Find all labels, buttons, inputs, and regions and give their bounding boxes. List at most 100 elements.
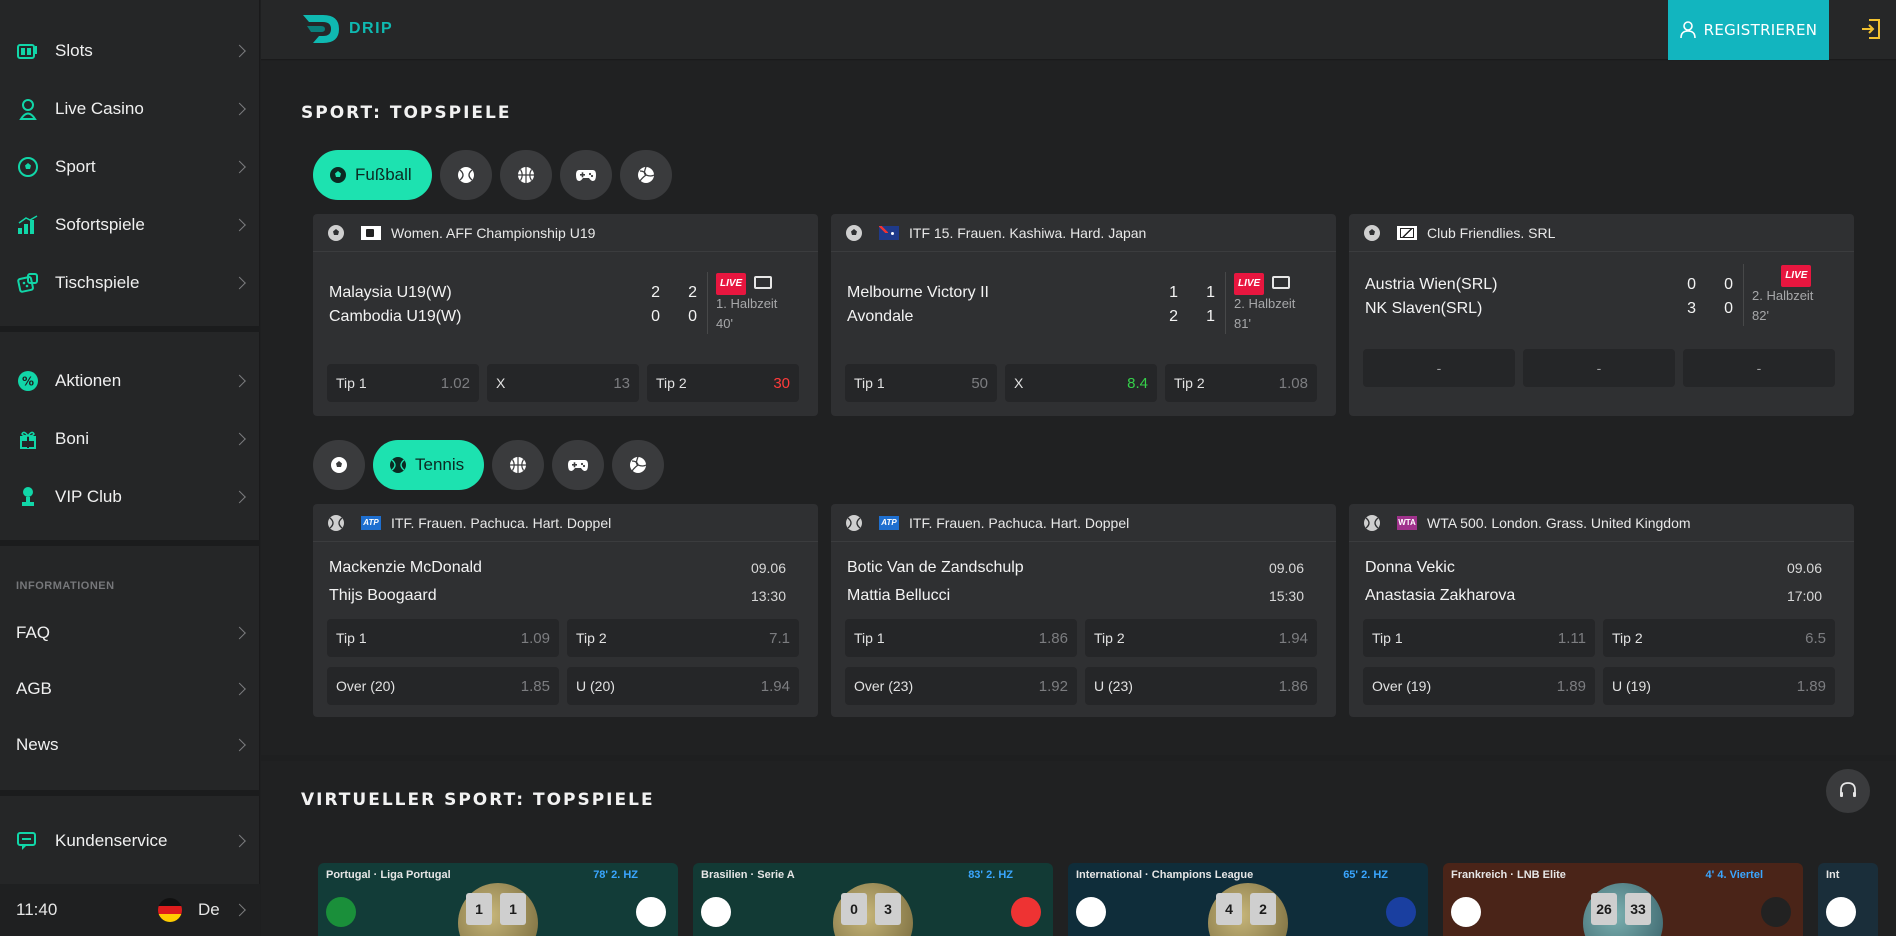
odds-row: Over (23) 1.92 U (23) 1.86 <box>845 667 1317 705</box>
team-away: Cambodia U19(W) <box>329 308 462 325</box>
odd-label: Tip 1 <box>1372 630 1403 646</box>
odd-tip1[interactable]: Tip 1 1.86 <box>845 619 1077 657</box>
player-away: Mattia Bellucci <box>847 587 951 604</box>
virtual-match-card[interactable]: Int <box>1818 863 1878 936</box>
svg-text:%: % <box>22 375 34 389</box>
card-header: WTA WTA 500. London. Grass. United Kingd… <box>1349 504 1854 542</box>
sidebar-item-news[interactable]: News <box>0 717 260 773</box>
sidebar-item-label: Kundenservice <box>55 831 168 850</box>
sidebar-item-live-casino[interactable]: Live Casino <box>0 80 260 138</box>
support-button[interactable] <box>1826 769 1870 813</box>
odd-tip2[interactable]: Tip 2 1.94 <box>1085 619 1317 657</box>
league-name: ITF. Frauen. Pachuca. Hart. Doppel <box>909 514 1130 531</box>
chevron-right-icon <box>233 44 246 58</box>
odd-tip2[interactable]: Tip 2 6.5 <box>1603 619 1835 657</box>
australia-flag-icon <box>879 225 899 240</box>
team-home: Austria Wien(SRL) <box>1365 276 1498 293</box>
tab-esports[interactable] <box>559 150 612 200</box>
tab-label: Tennis <box>415 455 465 474</box>
odd-value: 6.5 <box>1805 629 1826 647</box>
tab-basketball[interactable] <box>499 150 552 200</box>
match-time: 17:00 <box>1786 588 1822 604</box>
sidebar-item-kundenservice[interactable]: Kundenservice <box>0 812 260 870</box>
odd-empty[interactable]: - <box>1363 349 1515 387</box>
sidebar-item-label: Sport <box>55 157 96 176</box>
odd-under[interactable]: U (20) 1.94 <box>567 667 799 705</box>
tennis-icon <box>457 167 474 183</box>
odd-label: Over (23) <box>854 678 914 694</box>
register-button[interactable]: REGISTRIEREN <box>1668 0 1829 60</box>
odd-tip1[interactable]: Tip 1 1.02 <box>327 364 479 402</box>
odd-tip1[interactable]: Tip 1 1.11 <box>1363 619 1595 657</box>
odd-tip2[interactable]: Tip 2 30 <box>647 364 799 402</box>
flag-icon <box>361 225 381 240</box>
odd-tip2[interactable]: Tip 2 7.1 <box>567 619 799 657</box>
sidebar-item-agb[interactable]: AGB <box>0 661 260 717</box>
odd-value: 1.02 <box>440 374 470 392</box>
odd-draw[interactable]: X 8.4 <box>1005 364 1157 402</box>
virtual-match-card[interactable]: Brasilien · Serie A 83' 2. HZ 0 3 <box>693 863 1053 936</box>
login-button[interactable] <box>1856 14 1886 44</box>
tab-fussball[interactable] <box>313 440 365 490</box>
score: 0 <box>1724 300 1733 317</box>
sidebar-item-label: Tischspiele <box>55 273 140 292</box>
virtual-league: Brasilien · Serie A <box>701 869 795 881</box>
sidebar-item-boni[interactable]: Boni <box>0 410 260 468</box>
login-icon <box>1862 19 1880 39</box>
odd-empty[interactable]: - <box>1683 349 1835 387</box>
sidebar-item-vip-club[interactable]: VIP Club <box>0 468 260 526</box>
odd-value: 1.94 <box>760 677 790 695</box>
tv-icon[interactable] <box>754 276 773 290</box>
tab-esports[interactable] <box>552 440 605 490</box>
sidebar-item-faq[interactable]: FAQ <box>0 605 260 661</box>
chevron-right-icon[interactable] <box>233 903 246 917</box>
user-icon <box>1679 21 1696 39</box>
language-selector[interactable]: De <box>198 900 220 920</box>
sidebar-item-tischspiele[interactable]: Tischspiele <box>0 254 260 312</box>
odd-empty[interactable]: - <box>1523 349 1675 387</box>
score: 0 <box>688 308 697 325</box>
match-card[interactable]: WTA WTA 500. London. Grass. United Kingd… <box>1349 504 1854 717</box>
odd-over[interactable]: Over (20) 1.85 <box>327 667 559 705</box>
odd-tip1[interactable]: Tip 1 1.09 <box>327 619 559 657</box>
live-badge: LIVE <box>1234 273 1265 295</box>
sidebar-item-sport[interactable]: Sport <box>0 138 260 196</box>
germany-flag-icon <box>158 898 182 922</box>
odd-over[interactable]: Over (19) 1.89 <box>1363 667 1595 705</box>
tv-icon[interactable] <box>1272 276 1291 290</box>
virtual-match-card[interactable]: Portugal · Liga Portugal 78' 2. HZ 1 1 <box>318 863 678 936</box>
bar-chart-icon <box>16 213 40 237</box>
tab-volleyball[interactable] <box>619 150 672 200</box>
odd-under[interactable]: U (19) 1.89 <box>1603 667 1835 705</box>
odd-over[interactable]: Over (23) 1.92 <box>845 667 1077 705</box>
match-card[interactable]: ITF 15. Frauen. Kashiwa. Hard. Japan Mel… <box>831 214 1336 416</box>
match-card[interactable]: Club Friendlies. SRL Austria Wien(SRL) N… <box>1349 214 1854 416</box>
sidebar-item-aktionen[interactable]: % Aktionen <box>0 352 260 410</box>
sidebar-item-slots[interactable]: Slots <box>0 22 260 80</box>
tab-volleyball[interactable] <box>612 440 665 490</box>
odd-draw[interactable]: X 13 <box>487 364 639 402</box>
odds-row: Over (19) 1.89 U (19) 1.89 <box>1363 667 1835 705</box>
odd-under[interactable]: U (23) 1.86 <box>1085 667 1317 705</box>
sidebar-item-sofortspiele[interactable]: Sofortspiele <box>0 196 260 254</box>
team-away: NK Slaven(SRL) <box>1365 300 1483 317</box>
match-card[interactable]: ATP ITF. Frauen. Pachuca. Hart. Doppel B… <box>831 504 1336 717</box>
virtual-match-card[interactable]: International · Champions League 65' 2. … <box>1068 863 1428 936</box>
odd-tip1[interactable]: Tip 1 50 <box>845 364 997 402</box>
tab-tennis[interactable] <box>439 150 492 200</box>
sidebar-footer: 11:40 De <box>0 884 260 936</box>
divider <box>0 326 260 332</box>
period: 1. Halbzeit <box>716 296 778 311</box>
score: 1 <box>1206 308 1215 325</box>
tab-tennis[interactable]: Tennis <box>373 440 485 490</box>
tab-basketball[interactable] <box>492 440 545 490</box>
tab-fussball[interactable]: Fußball <box>313 150 432 200</box>
logo[interactable]: DRIP <box>301 12 393 46</box>
chat-icon <box>16 829 40 853</box>
match-card[interactable]: Women. AFF Championship U19 Malaysia U19… <box>313 214 818 416</box>
virtual-match-card[interactable]: Frankreich · LNB Elite 4' 4. Viertel 26 … <box>1443 863 1803 936</box>
sport-tabs-football: Fußball <box>313 150 672 200</box>
match-card[interactable]: ATP ITF. Frauen. Pachuca. Hart. Doppel M… <box>313 504 818 717</box>
player-home: Botic Van de Zandschulp <box>847 559 1024 576</box>
odd-tip2[interactable]: Tip 2 1.08 <box>1165 364 1317 402</box>
